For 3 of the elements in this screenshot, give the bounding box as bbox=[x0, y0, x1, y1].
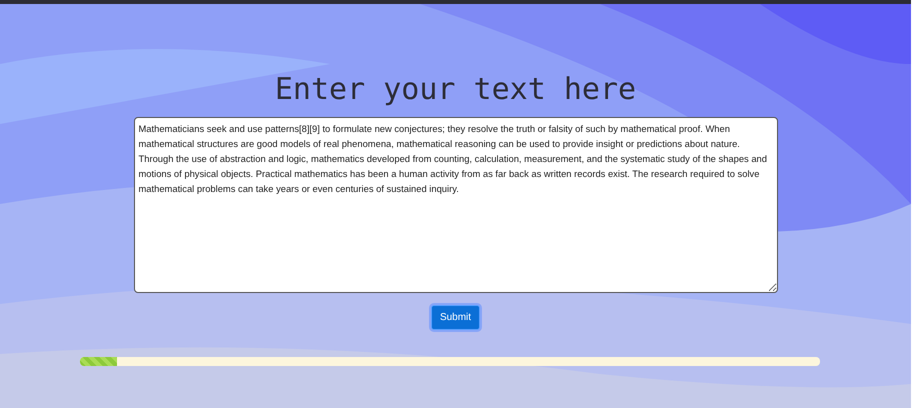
text-input-field[interactable]: Mathematicians seek and use patterns[8][9] to formulate new conjectures; they resolve the truth or falsity of such by mathematical proof. When mathematical structures are good models of real phenomena, mathematical reasoning can be used to provide insight or predictions about nature. Through the use of abstraction and logic, mathematics developed from counting, calculation, measurement, and the systematic study of the shapes and motions of physical objects. Practical mathematics has been a human activity from as far back as written records exist. The research required to solve mathematical problems can take years or even centuries of sustained inquiry. bbox=[134, 117, 778, 293]
submit-button[interactable]: Submit bbox=[430, 305, 480, 330]
page-heading: Enter your text here bbox=[274, 72, 636, 108]
